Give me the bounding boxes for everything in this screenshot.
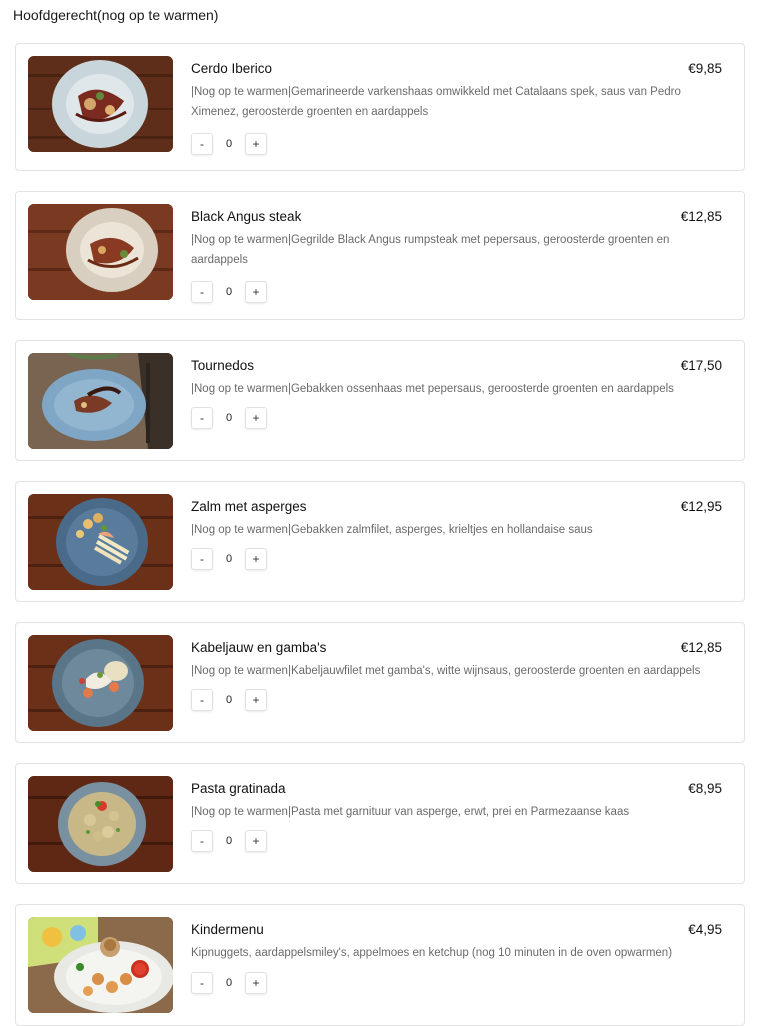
item-price: €9,85 bbox=[688, 61, 722, 76]
item-price: €8,95 bbox=[688, 781, 722, 796]
item-name: Kindermenu bbox=[191, 922, 264, 937]
increase-button[interactable]: + bbox=[245, 281, 267, 303]
item-price: €4,95 bbox=[688, 922, 722, 937]
item-description: |Nog op te warmen|Pasta met garnituur va… bbox=[191, 806, 630, 818]
quantity-value: 0 bbox=[225, 412, 233, 424]
decrease-button[interactable]: - bbox=[191, 133, 213, 155]
section-title: Hoofdgerecht(nog op te warmen) bbox=[13, 7, 219, 23]
item-description: |Nog op te warmen|Kabeljauwfilet met gam… bbox=[191, 665, 701, 677]
increase-button[interactable]: + bbox=[245, 548, 267, 570]
quantity-value: 0 bbox=[225, 138, 233, 150]
item-description: Kipnuggets, aardappelsmiley's, appelmoes… bbox=[191, 947, 673, 959]
dish-image bbox=[28, 353, 173, 449]
menu-item-card[interactable]: Cerdo Iberico €9,85 |Nog op te warmen|Ge… bbox=[15, 43, 745, 171]
increase-button[interactable]: + bbox=[245, 407, 267, 429]
item-name: Kabeljauw en gamba's bbox=[191, 640, 327, 655]
menu-item-card[interactable]: Kindermenu €4,95 Kipnuggets, aardappelsm… bbox=[15, 904, 745, 1026]
menu-item-card[interactable]: Black Angus steak €12,85 |Nog op te warm… bbox=[15, 191, 745, 320]
item-description: |Nog op te warmen|Gebakken zalmfilet, as… bbox=[191, 524, 593, 536]
item-price: €17,50 bbox=[680, 358, 722, 373]
quantity-stepper: - 0 + bbox=[191, 548, 267, 570]
item-name: Black Angus steak bbox=[191, 209, 302, 224]
dish-image bbox=[28, 56, 173, 152]
quantity-stepper: - 0 + bbox=[191, 281, 267, 303]
quantity-stepper: - 0 + bbox=[191, 972, 267, 994]
dish-image bbox=[28, 917, 173, 1013]
item-price: €12,85 bbox=[680, 209, 722, 224]
increase-button[interactable]: + bbox=[245, 830, 267, 852]
item-name: Cerdo Iberico bbox=[191, 61, 273, 76]
decrease-button[interactable]: - bbox=[191, 830, 213, 852]
quantity-value: 0 bbox=[225, 553, 233, 565]
menu-item-card[interactable]: Zalm met asperges €12,95 |Nog op te warm… bbox=[15, 481, 745, 602]
increase-button[interactable]: + bbox=[245, 133, 267, 155]
quantity-value: 0 bbox=[225, 286, 233, 298]
dish-image bbox=[28, 204, 173, 300]
item-name: Zalm met asperges bbox=[191, 499, 307, 514]
item-description: |Nog op te warmen|Gebakken ossenhaas met… bbox=[191, 383, 674, 395]
item-description: |Nog op te warmen|Gegrilde Black Angus r… bbox=[191, 234, 670, 266]
item-description: |Nog op te warmen|Gemarineerde varkensha… bbox=[191, 86, 681, 118]
decrease-button[interactable]: - bbox=[191, 281, 213, 303]
item-price: €12,95 bbox=[680, 499, 722, 514]
dish-image bbox=[28, 635, 173, 731]
menu-item-card[interactable]: Tournedos €17,50 |Nog op te warmen|Gebak… bbox=[15, 340, 745, 461]
item-price: €12,85 bbox=[680, 640, 722, 655]
quantity-stepper: - 0 + bbox=[191, 407, 267, 429]
quantity-value: 0 bbox=[225, 977, 233, 989]
dish-image bbox=[28, 776, 173, 872]
quantity-value: 0 bbox=[225, 835, 233, 847]
quantity-stepper: - 0 + bbox=[191, 133, 267, 155]
menu-item-card[interactable]: Kabeljauw en gamba's €12,85 |Nog op te w… bbox=[15, 622, 745, 743]
quantity-stepper: - 0 + bbox=[191, 830, 267, 852]
decrease-button[interactable]: - bbox=[191, 548, 213, 570]
increase-button[interactable]: + bbox=[245, 689, 267, 711]
increase-button[interactable]: + bbox=[245, 972, 267, 994]
item-name: Pasta gratinada bbox=[191, 781, 286, 796]
quantity-stepper: - 0 + bbox=[191, 689, 267, 711]
decrease-button[interactable]: - bbox=[191, 972, 213, 994]
decrease-button[interactable]: - bbox=[191, 407, 213, 429]
quantity-value: 0 bbox=[225, 694, 233, 706]
item-name: Tournedos bbox=[191, 358, 255, 373]
decrease-button[interactable]: - bbox=[191, 689, 213, 711]
menu-item-card[interactable]: Pasta gratinada €8,95 |Nog op te warmen|… bbox=[15, 763, 745, 884]
dish-image bbox=[28, 494, 173, 590]
